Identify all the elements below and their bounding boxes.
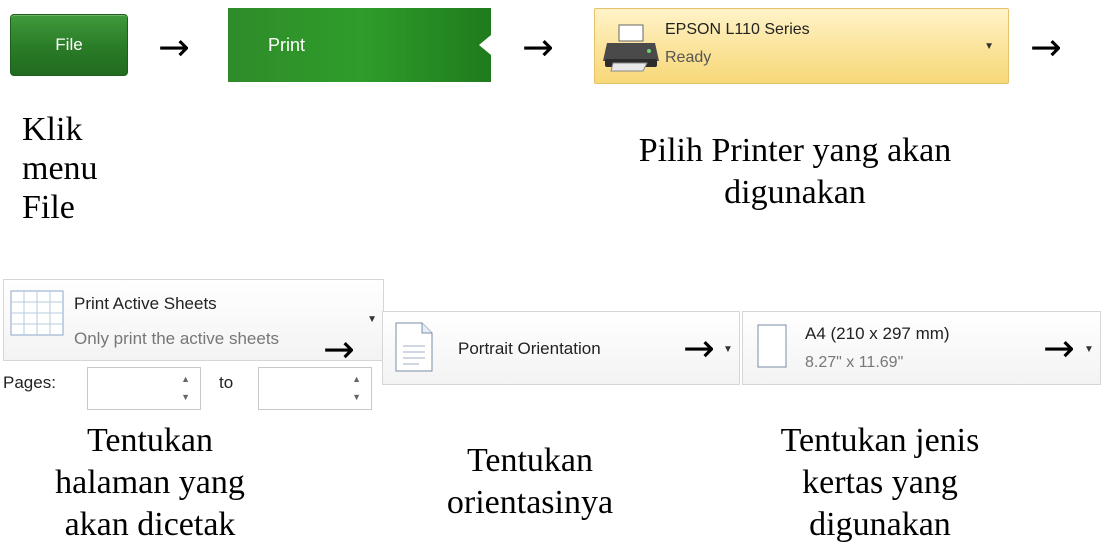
caption-line: digunakan <box>724 174 866 211</box>
pages-to-input[interactable]: ▲ ▼ <box>258 367 372 410</box>
file-button-label: File <box>55 35 83 54</box>
chevron-down-icon[interactable]: ▼ <box>723 344 733 355</box>
caption-line: halaman yang <box>55 464 245 501</box>
paper-size-title: A4 (210 x 297 mm) <box>805 324 950 343</box>
printer-name: EPSON L110 Series <box>665 21 810 38</box>
caption-line: orientasinya <box>446 484 614 521</box>
orientation-dropdown[interactable]: Portrait Orientation → ▼ <box>382 311 740 385</box>
step1-caption: Klik menu File <box>22 110 98 227</box>
paper-sheet-icon <box>757 324 787 368</box>
arrow-2: → <box>522 25 554 69</box>
step5-caption: Tentukan orientasinya <box>400 440 660 524</box>
print-button-label: Print <box>268 34 306 55</box>
chevron-down-icon[interactable]: ▼ <box>984 41 994 52</box>
pages-from-input[interactable]: ▲ ▼ <box>87 367 201 410</box>
selection-notch-icon <box>479 35 491 55</box>
step6-caption: Tentukan jenis kertas yang digunakan <box>740 420 1020 546</box>
caption-line: Pilih Printer yang akan <box>638 132 952 169</box>
printer-status: Ready <box>665 49 712 66</box>
arrow-5: → <box>683 326 715 370</box>
arrow-3: → <box>1030 25 1062 69</box>
caption-line: Tentukan jenis <box>780 422 980 459</box>
portrait-page-icon <box>395 322 433 372</box>
print-button[interactable]: Print <box>228 8 491 82</box>
print-scope-subtitle: Only print the active sheets <box>74 329 280 348</box>
sheet-grid-icon <box>10 290 64 336</box>
spin-down-icon[interactable]: ▼ <box>352 392 361 402</box>
arrow-4: → <box>323 327 355 371</box>
caption-line: akan dicetak <box>64 506 236 543</box>
spin-down-icon[interactable]: ▼ <box>181 392 190 402</box>
caption-line: Tentukan <box>86 422 214 459</box>
to-label: to <box>219 373 234 392</box>
pages-label: Pages: <box>3 373 56 392</box>
caption-line: menu <box>22 150 98 187</box>
chevron-down-icon[interactable]: ▼ <box>367 314 377 325</box>
printer-dropdown[interactable]: EPSON L110 Series Ready ▼ <box>594 8 1009 84</box>
paper-size-dropdown[interactable]: A4 (210 x 297 mm) 8.27" x 11.69" → ▼ <box>742 311 1101 385</box>
print-scope-title: Print Active Sheets <box>74 294 217 313</box>
spin-up-icon[interactable]: ▲ <box>352 374 361 384</box>
file-button[interactable]: File <box>10 14 128 76</box>
arrow-1: → <box>158 25 190 69</box>
caption-line: digunakan <box>809 506 951 543</box>
paper-size-subtitle: 8.27" x 11.69" <box>805 354 904 371</box>
step4-caption: Tentukan halaman yang akan dicetak <box>0 420 300 546</box>
caption-line: Klik <box>22 111 83 148</box>
chevron-down-icon[interactable]: ▼ <box>1084 344 1094 355</box>
caption-line: kertas yang <box>802 464 958 501</box>
arrow-6: → <box>1043 326 1075 370</box>
spin-up-icon[interactable]: ▲ <box>181 374 190 384</box>
step3-caption: Pilih Printer yang akan digunakan <box>560 130 1030 214</box>
orientation-label: Portrait Orientation <box>458 339 601 358</box>
printer-icon <box>603 24 659 72</box>
caption-line: Tentukan <box>466 442 594 479</box>
caption-line: File <box>22 189 75 226</box>
